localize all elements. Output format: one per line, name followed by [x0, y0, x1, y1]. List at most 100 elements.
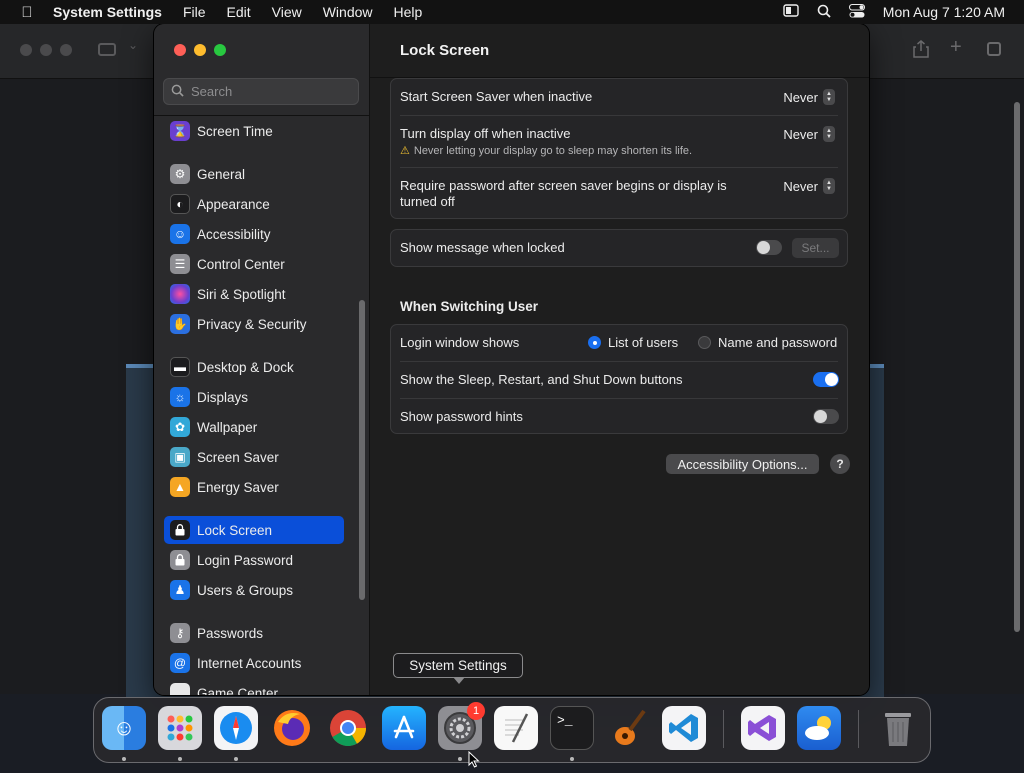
siri-icon	[170, 284, 190, 304]
help-button[interactable]: ?	[830, 454, 850, 474]
gear-icon: ⚙	[170, 164, 190, 184]
accessibility-options-button[interactable]: Accessibility Options...	[666, 454, 819, 474]
safari-icon[interactable]	[214, 706, 258, 750]
firefox-icon[interactable]	[270, 706, 314, 750]
menu-view[interactable]: View	[272, 4, 302, 20]
appearance-icon: ◐	[170, 194, 190, 214]
key-icon: ⚷	[170, 623, 190, 643]
launchpad-icon[interactable]	[158, 706, 202, 750]
visual-studio-icon[interactable]	[741, 706, 785, 750]
sidebar-item-accessibility[interactable]: ☺ Accessibility	[164, 220, 344, 248]
display-off-popup[interactable]: Never ▲ ▼	[783, 126, 835, 142]
weather-icon[interactable]	[797, 706, 841, 750]
show-message-toggle[interactable]	[756, 240, 782, 255]
menu-app-name[interactable]: System Settings	[53, 4, 162, 20]
sidebar-item-label: Appearance	[197, 196, 270, 212]
sidebar-item-passwords[interactable]: ⚷ Passwords	[164, 619, 344, 647]
share-icon[interactable]	[913, 40, 929, 63]
sidebar-item-label: Energy Saver	[197, 479, 279, 495]
sidebar-item-internet-accounts[interactable]: @ Internet Accounts	[164, 649, 344, 677]
sidebar-item-appearance[interactable]: ◐ Appearance	[164, 190, 344, 218]
sidebar-item-users-groups[interactable]: ♟ Users & Groups	[164, 576, 344, 604]
sidebar-item-privacy-security[interactable]: ✋ Privacy & Security	[164, 310, 344, 338]
sidebar-toggle-icon[interactable]	[98, 43, 116, 56]
sidebar-item-siri-spotlight[interactable]: Siri & Spotlight	[164, 280, 344, 308]
radio-name-and-password[interactable]: Name and password	[698, 335, 837, 350]
sidebar-item-label: Desktop & Dock	[197, 359, 294, 375]
desktop-icon: ▬	[170, 357, 190, 377]
at-icon: @	[170, 653, 190, 673]
sidebar-item-label: Screen Saver	[197, 449, 279, 465]
close-button[interactable]	[174, 44, 186, 56]
search-field[interactable]	[163, 78, 359, 105]
scrollbar-thumb[interactable]	[1014, 102, 1020, 632]
sidebar-item-desktop-dock[interactable]: ▬ Desktop & Dock	[164, 353, 344, 381]
sidebar-item-screen-time[interactable]: ⌛ Screen Time	[164, 117, 344, 145]
lock-icon	[170, 550, 190, 570]
screen-saver-icon: ▣	[170, 447, 190, 467]
screen-saver-popup[interactable]: Never ▲ ▼	[783, 89, 835, 105]
terminal-icon[interactable]: >_	[550, 706, 594, 750]
sidebar-scrollbar[interactable]	[359, 300, 365, 600]
require-password-popup[interactable]: Never ▲ ▼	[783, 178, 835, 194]
warning-icon: ⚠	[400, 145, 410, 157]
dock-separator	[858, 710, 859, 748]
screen-saver-settings-group: Start Screen Saver when inactive Never ▲…	[390, 78, 848, 219]
sidebar-item-label: Users & Groups	[197, 582, 294, 598]
sidebar-item-login-password[interactable]: Login Password	[164, 546, 344, 574]
chevron-updown-icon: ▲ ▼	[823, 89, 835, 105]
maximize-button[interactable]	[214, 44, 226, 56]
app-store-icon[interactable]	[382, 706, 426, 750]
apple-menu-icon[interactable]: 	[18, 4, 36, 21]
sidebar-item-general[interactable]: ⚙ General	[164, 160, 344, 188]
game-center-icon	[170, 683, 190, 695]
menu-file[interactable]: File	[183, 4, 206, 20]
chevron-down-icon[interactable]: ⌄	[128, 38, 138, 52]
login-window-row: Login window shows List of users Name an…	[391, 325, 847, 361]
sidebar-item-screen-saver[interactable]: ▣ Screen Saver	[164, 443, 344, 471]
battery-icon: ▲	[170, 477, 190, 497]
window-icon[interactable]	[783, 4, 799, 20]
bg-minimize-dot	[40, 44, 52, 56]
sidebar-item-label: General	[197, 166, 246, 182]
sidebar-item-energy-saver[interactable]: ▲ Energy Saver	[164, 473, 344, 501]
menu-help[interactable]: Help	[394, 4, 423, 20]
password-hints-toggle[interactable]	[813, 409, 839, 424]
control-center-icon[interactable]	[848, 3, 865, 21]
set-message-button[interactable]: Set...	[792, 238, 839, 258]
dock-tooltip: System Settings	[393, 653, 523, 678]
toggle-knob	[825, 373, 838, 386]
lock-icon	[170, 520, 190, 540]
radio-list-of-users[interactable]: List of users	[588, 335, 678, 350]
menu-window[interactable]: Window	[323, 4, 373, 20]
vscode-icon[interactable]	[662, 706, 706, 750]
garageband-icon[interactable]	[606, 706, 650, 750]
sidebar-item-label: Wallpaper	[197, 419, 258, 435]
search-icon	[171, 84, 185, 100]
search-input[interactable]	[191, 84, 351, 99]
sidebar-item-lock-screen[interactable]: Lock Screen	[164, 516, 344, 544]
hand-icon: ✋	[170, 314, 190, 334]
tab-overview-icon[interactable]	[987, 42, 1001, 56]
search-icon[interactable]	[817, 4, 831, 21]
chrome-icon[interactable]	[326, 706, 370, 750]
require-password-label: Require password after screen saver begi…	[400, 178, 727, 210]
menu-edit[interactable]: Edit	[227, 4, 251, 20]
textedit-icon[interactable]	[494, 706, 538, 750]
sidebar-item-displays[interactable]: ☼ Displays	[164, 383, 344, 411]
sleep-buttons-toggle[interactable]	[813, 372, 839, 387]
new-tab-icon[interactable]: +	[950, 36, 962, 59]
menu-clock[interactable]: Mon Aug 7 1:20 AM	[883, 4, 1005, 20]
dock-separator	[723, 710, 724, 748]
background-scrollbar[interactable]	[1012, 78, 1022, 658]
finder-icon[interactable]: ☺	[102, 706, 146, 750]
minimize-button[interactable]	[194, 44, 206, 56]
trash-icon[interactable]	[876, 706, 920, 750]
running-indicator	[122, 757, 126, 761]
sun-icon: ☼	[170, 387, 190, 407]
sidebar-item-label: Privacy & Security	[197, 316, 307, 332]
running-indicator	[458, 757, 462, 761]
sidebar-item-wallpaper[interactable]: ✿ Wallpaper	[164, 413, 344, 441]
sidebar-item-control-center[interactable]: ☰ Control Center	[164, 250, 344, 278]
sidebar-item-game-center[interactable]: Game Center	[164, 679, 344, 695]
